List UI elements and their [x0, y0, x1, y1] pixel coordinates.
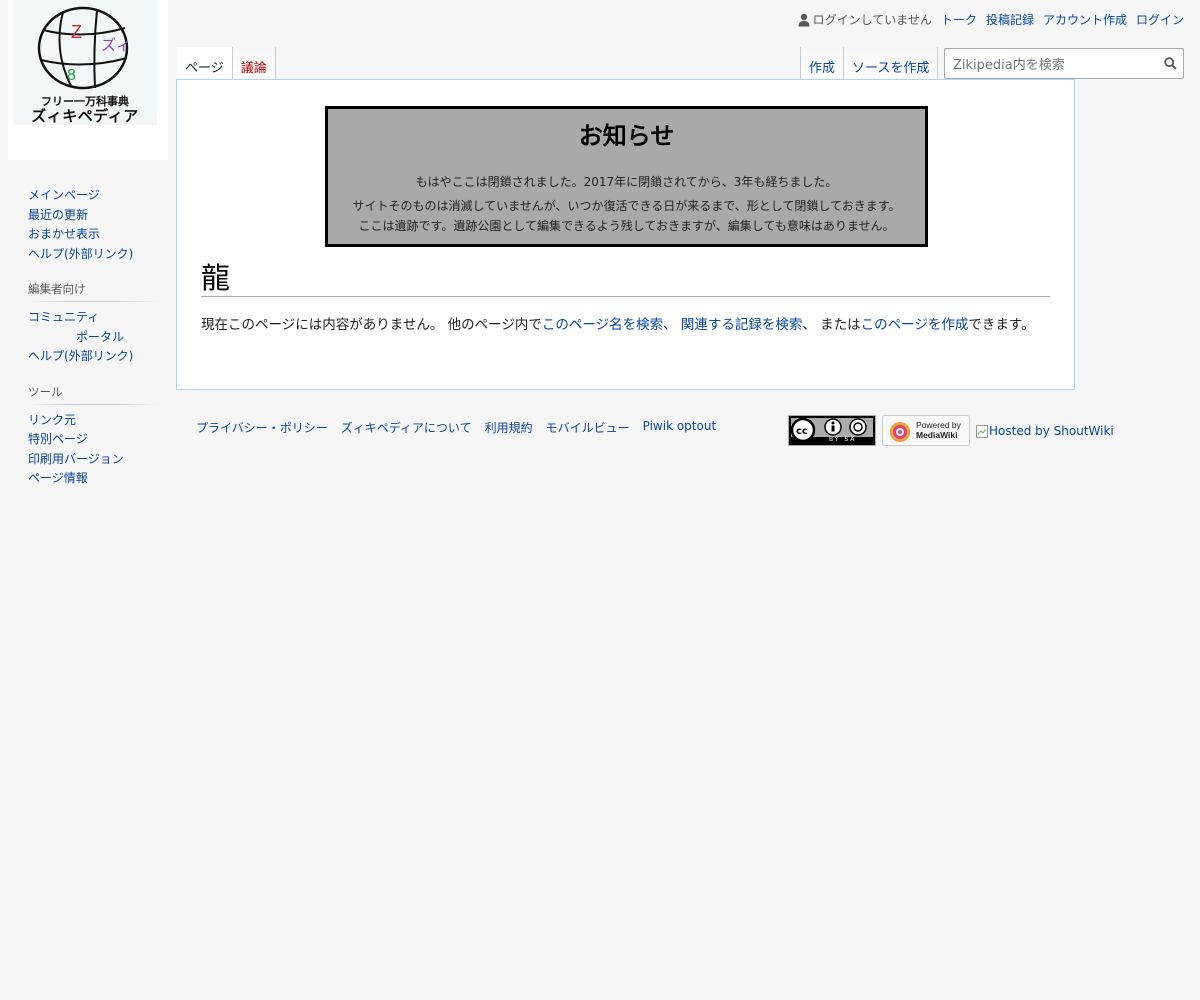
- site-logo[interactable]: Z ズィ 8 フリー一万科事典 ズィキペディア: [8, 0, 168, 160]
- personal-tools: ログインしていません トーク 投稿記録 アカウント作成 ログイン: [798, 11, 1184, 28]
- logo-name: ズィキペディア: [31, 108, 139, 125]
- footer-terms-link[interactable]: 利用規約: [485, 419, 533, 436]
- svg-text:ズィ: ズィ: [101, 37, 131, 54]
- anon-label: ログインしていません: [812, 13, 932, 27]
- sidebar-item-printable[interactable]: 印刷用バージョン: [28, 452, 124, 466]
- content-area: お知らせ もはやここは閉鎖されました。2017年に閉鎖されてから、3年も経ちまし…: [176, 79, 1075, 390]
- logo-subtitle: フリー一万科事典: [41, 96, 129, 108]
- tab-create-source-label: ソースを作成: [852, 61, 930, 76]
- shoutwiki-link[interactable]: Hosted by ShoutWiki: [976, 424, 1114, 438]
- sidebar-tools-heading: ツール: [28, 383, 158, 405]
- community-label-2: ポータル: [76, 329, 125, 344]
- sidebar-item-recent-changes[interactable]: 最近の更新: [28, 208, 88, 222]
- create-account-link[interactable]: アカウント作成: [1043, 11, 1127, 28]
- personal-talk-link[interactable]: トーク: [941, 11, 977, 28]
- broken-image-icon: [976, 424, 988, 438]
- notice-line-1: もはやここは閉鎖されました。2017年に閉鎖されてから、3年も経ちました。: [415, 175, 838, 189]
- sidebar-navigation: メインページ 最近の更新 おまかせ表示 ヘルプ(外部リンク): [28, 186, 158, 264]
- mediawiki-flower-icon: [890, 422, 910, 442]
- mediawiki-powered-label: Powered by: [916, 420, 961, 430]
- svg-text:Z: Z: [71, 22, 82, 42]
- tab-create[interactable]: 作成: [800, 47, 845, 80]
- tab-create-source[interactable]: ソースを作成: [844, 47, 939, 80]
- user-icon: [798, 13, 810, 26]
- notice-box: お知らせ もはやここは閉鎖されました。2017年に閉鎖されてから、3年も経ちまし…: [325, 106, 928, 247]
- footer-mobile-view-link[interactable]: モバイルビュー: [546, 419, 630, 436]
- search-box: [944, 48, 1184, 79]
- namespace-tabs: ページ 議論: [177, 47, 276, 80]
- mediawiki-name-label: MediaWiki: [916, 429, 958, 440]
- no-content-message: 現在このページには内容がありません。 他のページ内でこのページ名を検索、 関連す…: [201, 314, 1051, 337]
- personal-contributions-link[interactable]: 投稿記録: [986, 11, 1034, 28]
- message-separator-1: 、: [663, 317, 681, 333]
- cc-by-sa-badge[interactable]: cc BY SA: [788, 415, 876, 446]
- notice-title: お知らせ: [578, 123, 675, 150]
- logo-image: Z ズィ 8 フリー一万科事典 ズィキペディア: [13, 0, 157, 125]
- view-tabs: 作成 ソースを作成: [800, 47, 939, 80]
- sidebar-item-special-pages[interactable]: 特別ページ: [28, 432, 88, 446]
- footer-places: プライバシー・ポリシー ズィキペディアについて 利用規約 モバイルビュー Piw…: [196, 419, 716, 436]
- tab-create-label: 作成: [809, 61, 836, 76]
- sidebar-item-editors-help[interactable]: ヘルプ(外部リンク): [28, 349, 133, 363]
- sidebar-item-random[interactable]: おまかせ表示: [28, 227, 100, 241]
- search-logs-link[interactable]: 関連する記録を検索: [681, 317, 803, 333]
- svg-text:cc: cc: [796, 426, 808, 437]
- anon-status: ログインしていません: [798, 11, 932, 28]
- sidebar-item-page-info[interactable]: ページ情報: [28, 471, 88, 485]
- globe-logo-icon: Z ズィ 8: [37, 6, 131, 90]
- message-suffix: できます。: [968, 317, 1035, 333]
- mediawiki-badge-text: Powered by MediaWiki: [916, 420, 961, 440]
- shoutwiki-label: Hosted by ShoutWiki: [989, 424, 1114, 438]
- footer-piwik-optout-link[interactable]: Piwik optout: [643, 419, 717, 436]
- search-title-link[interactable]: このページ名を検索: [542, 317, 663, 333]
- sidebar-item-main-page[interactable]: メインページ: [28, 188, 100, 202]
- footer-icons: cc BY SA Powered by MediaWiki Hosted by …: [788, 415, 1114, 446]
- tab-discussion-label: 議論: [240, 61, 267, 76]
- sidebar-item-whatlinkshere[interactable]: リンク元: [28, 413, 76, 427]
- sidebar-item-community-portal[interactable]: コミュニティポータル: [28, 310, 158, 347]
- message-prefix: 現在このページには内容がありません。 他のページ内で: [201, 317, 542, 333]
- footer-privacy-link[interactable]: プライバシー・ポリシー: [196, 419, 328, 436]
- community-label-1: コミュニティ: [28, 310, 100, 324]
- login-link[interactable]: ログイン: [1136, 11, 1184, 28]
- tab-discussion[interactable]: 議論: [232, 47, 276, 80]
- tab-page[interactable]: ページ: [177, 47, 233, 80]
- sidebar-editors-heading: 編集者向け: [28, 281, 158, 302]
- sidebar-editors: 編集者向け コミュニティポータル ヘルプ(外部リンク): [28, 281, 158, 367]
- sidebar-item-help[interactable]: ヘルプ(外部リンク): [28, 247, 133, 261]
- cc-badge-label: BY SA: [829, 436, 857, 443]
- notice-line-3: ここは遺跡です。遺跡公園として編集できるよう残しておきますが、編集しても意味はあ…: [358, 219, 895, 233]
- sidebar-tools: ツール リンク元 特別ページ 印刷用バージョン ページ情報: [28, 383, 158, 489]
- search-input[interactable]: [951, 55, 1160, 75]
- svg-text:8: 8: [67, 67, 76, 84]
- sidebar: メインページ 最近の更新 おまかせ表示 ヘルプ(外部リンク) 編集者向け コミュ…: [28, 186, 158, 506]
- page-title: 龍: [201, 261, 1050, 297]
- search-icon[interactable]: [1164, 57, 1177, 70]
- powered-by-mediawiki-badge[interactable]: Powered by MediaWiki: [882, 415, 970, 446]
- notice-line-2: サイトそのものは消滅していませんが、いつか復活できる日が来るまで、形として閉鎖し…: [352, 199, 901, 213]
- create-page-link[interactable]: このページを作成: [861, 317, 969, 333]
- footer-about-link[interactable]: ズィキペディアについて: [341, 419, 472, 436]
- message-separator-2: 、 または: [802, 317, 861, 333]
- tab-page-label: ページ: [185, 61, 224, 76]
